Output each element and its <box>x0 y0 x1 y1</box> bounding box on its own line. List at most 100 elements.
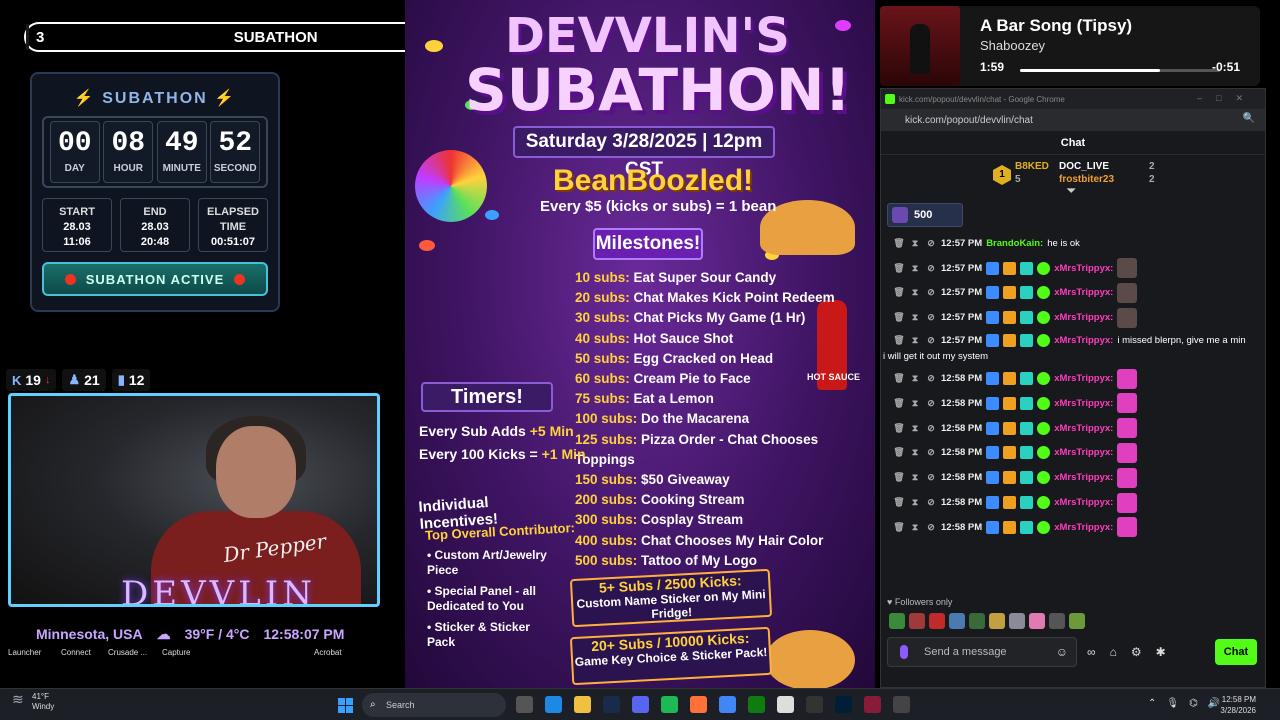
desktop-icon-connect[interactable]: Connect <box>61 648 91 657</box>
timeout-icon[interactable]: ⧗ <box>909 447 921 458</box>
emote-icon[interactable] <box>1069 613 1085 629</box>
trash-icon[interactable]: 🗑 <box>893 263 905 274</box>
mic-icon[interactable] <box>900 645 908 659</box>
taskbar-search[interactable]: ⌕ Search <box>362 693 506 717</box>
chat-username[interactable]: xMrsTrippyx: <box>1054 398 1113 409</box>
emote-icon[interactable] <box>1029 613 1045 629</box>
timeout-icon[interactable]: ⧗ <box>909 423 921 434</box>
chat-message-input[interactable]: Send a message ☺ <box>887 637 1077 667</box>
ban-icon[interactable]: ⊘ <box>925 335 937 346</box>
chat-message[interactable]: 🗑 ⧗ ⊘ 12:58 PM xMrsTrippyx: <box>893 515 1265 540</box>
ban-icon[interactable]: ⊘ <box>925 472 937 483</box>
ban-icon[interactable]: ⊘ <box>925 398 937 409</box>
timeout-icon[interactable]: ⧗ <box>909 335 921 346</box>
app-icon[interactable] <box>806 696 823 713</box>
emoji-icon[interactable]: ☺ <box>1056 638 1068 666</box>
emote-picker-icon[interactable]: ∞ <box>1087 645 1096 659</box>
store-icon[interactable]: ⌂ <box>1110 645 1117 659</box>
chat-message[interactable]: 🗑 ⧗ ⊘ 12:58 PM xMrsTrippyx: <box>893 391 1265 416</box>
window-controls[interactable]: –□✕ <box>1197 93 1257 104</box>
desktop-icon-crusade[interactable]: Crusade ... <box>108 648 147 657</box>
timeout-icon[interactable]: ⧗ <box>909 238 921 249</box>
steam-icon[interactable] <box>603 696 620 713</box>
gear-icon[interactable]: ⚙ <box>1131 645 1142 659</box>
timeout-icon[interactable]: ⧗ <box>909 522 921 533</box>
chat-message[interactable]: 🗑 ⧗ ⊘ 12:57 PM xMrsTrippyx: <box>893 281 1265 306</box>
emote-icon[interactable] <box>949 613 965 629</box>
timeout-icon[interactable]: ⧗ <box>909 373 921 384</box>
emote-icon[interactable] <box>969 613 985 629</box>
chat-message[interactable]: 🗑 ⧗ ⊘ 12:58 PM xMrsTrippyx: <box>893 465 1265 490</box>
desktop-icon-capture[interactable]: Capture <box>162 648 190 657</box>
chat-username[interactable]: xMrsTrippyx: <box>1054 472 1113 483</box>
ban-icon[interactable]: ⊘ <box>925 447 937 458</box>
chat-message[interactable]: 🗑 ⧗ ⊘ 12:57 PM xMrsTrippyx: <box>893 305 1265 330</box>
pinned-gift-banner[interactable]: 500 <box>887 203 963 227</box>
obs-icon[interactable] <box>893 696 910 713</box>
trash-icon[interactable]: 🗑 <box>893 423 905 434</box>
trash-icon[interactable]: 🗑 <box>893 398 905 409</box>
chat-message[interactable]: 🗑 ⧗ ⊘ 12:58 PM xMrsTrippyx: <box>893 416 1265 441</box>
chat-message[interactable]: 🗑 ⧗ ⊘ 12:57 PM BrandoKain: he is ok <box>893 231 1265 256</box>
start-button[interactable] <box>338 698 353 713</box>
timeout-icon[interactable]: ⧗ <box>909 287 921 298</box>
network-icon[interactable]: ⌬ <box>1189 698 1198 709</box>
timeout-icon[interactable]: ⧗ <box>909 398 921 409</box>
emote-icon[interactable] <box>909 613 925 629</box>
emote-icon[interactable] <box>1009 613 1025 629</box>
trash-icon[interactable]: 🗑 <box>893 238 905 249</box>
volume-icon[interactable]: 🔊 <box>1208 698 1220 709</box>
expand-chevron-icon[interactable]: ⏷ <box>1067 185 1076 198</box>
chat-message[interactable]: 🗑 ⧗ ⊘ 12:58 PM xMrsTrippyx: <box>893 366 1265 391</box>
emote-icon[interactable] <box>1049 613 1065 629</box>
chevron-up-icon[interactable]: ⌃ <box>1148 698 1156 709</box>
weather-widget[interactable]: ≋ 41°F Windy <box>12 692 54 712</box>
chat-username[interactable]: xMrsTrippyx: <box>1054 312 1113 323</box>
edge-icon[interactable] <box>545 696 562 713</box>
chat-username[interactable]: xMrsTrippyx: <box>1054 497 1113 508</box>
task-view-icon[interactable] <box>516 696 533 713</box>
ban-icon[interactable]: ⊘ <box>925 312 937 323</box>
firefox-icon[interactable] <box>690 696 707 713</box>
leader-2-name[interactable]: DOC_LIVE <box>1059 161 1109 172</box>
mic-icon[interactable]: 🎙 <box>1166 698 1179 709</box>
trash-icon[interactable]: 🗑 <box>893 335 905 346</box>
xbox-icon[interactable] <box>748 696 765 713</box>
chat-username[interactable]: xMrsTrippyx: <box>1054 287 1113 298</box>
chat-username[interactable]: xMrsTrippyx: <box>1054 447 1113 458</box>
timeout-icon[interactable]: ⧗ <box>909 312 921 323</box>
chat-username[interactable]: xMrsTrippyx: <box>1054 522 1113 533</box>
extension-icon[interactable]: ✱ <box>1156 645 1166 659</box>
chat-username[interactable]: BrandoKain: <box>986 238 1043 249</box>
chat-username[interactable]: xMrsTrippyx: <box>1054 263 1113 274</box>
address-bar[interactable]: kick.com/popout/devvlin/chat 🔍 <box>881 109 1265 131</box>
app-icon[interactable] <box>864 696 881 713</box>
chat-username[interactable]: xMrsTrippyx: <box>1054 335 1113 346</box>
ban-icon[interactable]: ⊘ <box>925 423 937 434</box>
taskbar-clock[interactable]: 12:58 PM 3/28/2026 <box>1220 694 1256 716</box>
photoshop-icon[interactable] <box>835 696 852 713</box>
ban-icon[interactable]: ⊘ <box>925 238 937 249</box>
emote-icon[interactable] <box>989 613 1005 629</box>
trash-icon[interactable]: 🗑 <box>893 472 905 483</box>
ban-icon[interactable]: ⊘ <box>925 263 937 274</box>
timeout-icon[interactable]: ⧗ <box>909 472 921 483</box>
leader-3-name[interactable]: frostbiter23 <box>1059 174 1114 185</box>
trash-icon[interactable]: 🗑 <box>893 287 905 298</box>
trash-icon[interactable]: 🗑 <box>893 312 905 323</box>
trash-icon[interactable]: 🗑 <box>893 497 905 508</box>
ban-icon[interactable]: ⊘ <box>925 522 937 533</box>
browser-title-bar[interactable]: kick.com/popout/devvlin/chat - Google Ch… <box>881 89 1265 109</box>
chat-message[interactable]: 🗑 ⧗ ⊘ 12:57 PM xMrsTrippyx: <box>893 256 1265 281</box>
file-explorer-icon[interactable] <box>574 696 591 713</box>
timeout-icon[interactable]: ⧗ <box>909 263 921 274</box>
chat-message[interactable]: 🗑 ⧗ ⊘ 12:57 PM xMrsTrippyx: i missed bler… <box>883 330 1265 366</box>
app-icon[interactable] <box>777 696 794 713</box>
desktop-icon-acrobat[interactable]: Acrobat <box>314 648 342 657</box>
chat-username[interactable]: xMrsTrippyx: <box>1054 373 1113 384</box>
trash-icon[interactable]: 🗑 <box>893 373 905 384</box>
emote-icon[interactable] <box>889 613 905 629</box>
chrome-icon[interactable] <box>719 696 736 713</box>
trash-icon[interactable]: 🗑 <box>893 522 905 533</box>
zoom-icon[interactable]: 🔍 <box>1243 113 1255 124</box>
